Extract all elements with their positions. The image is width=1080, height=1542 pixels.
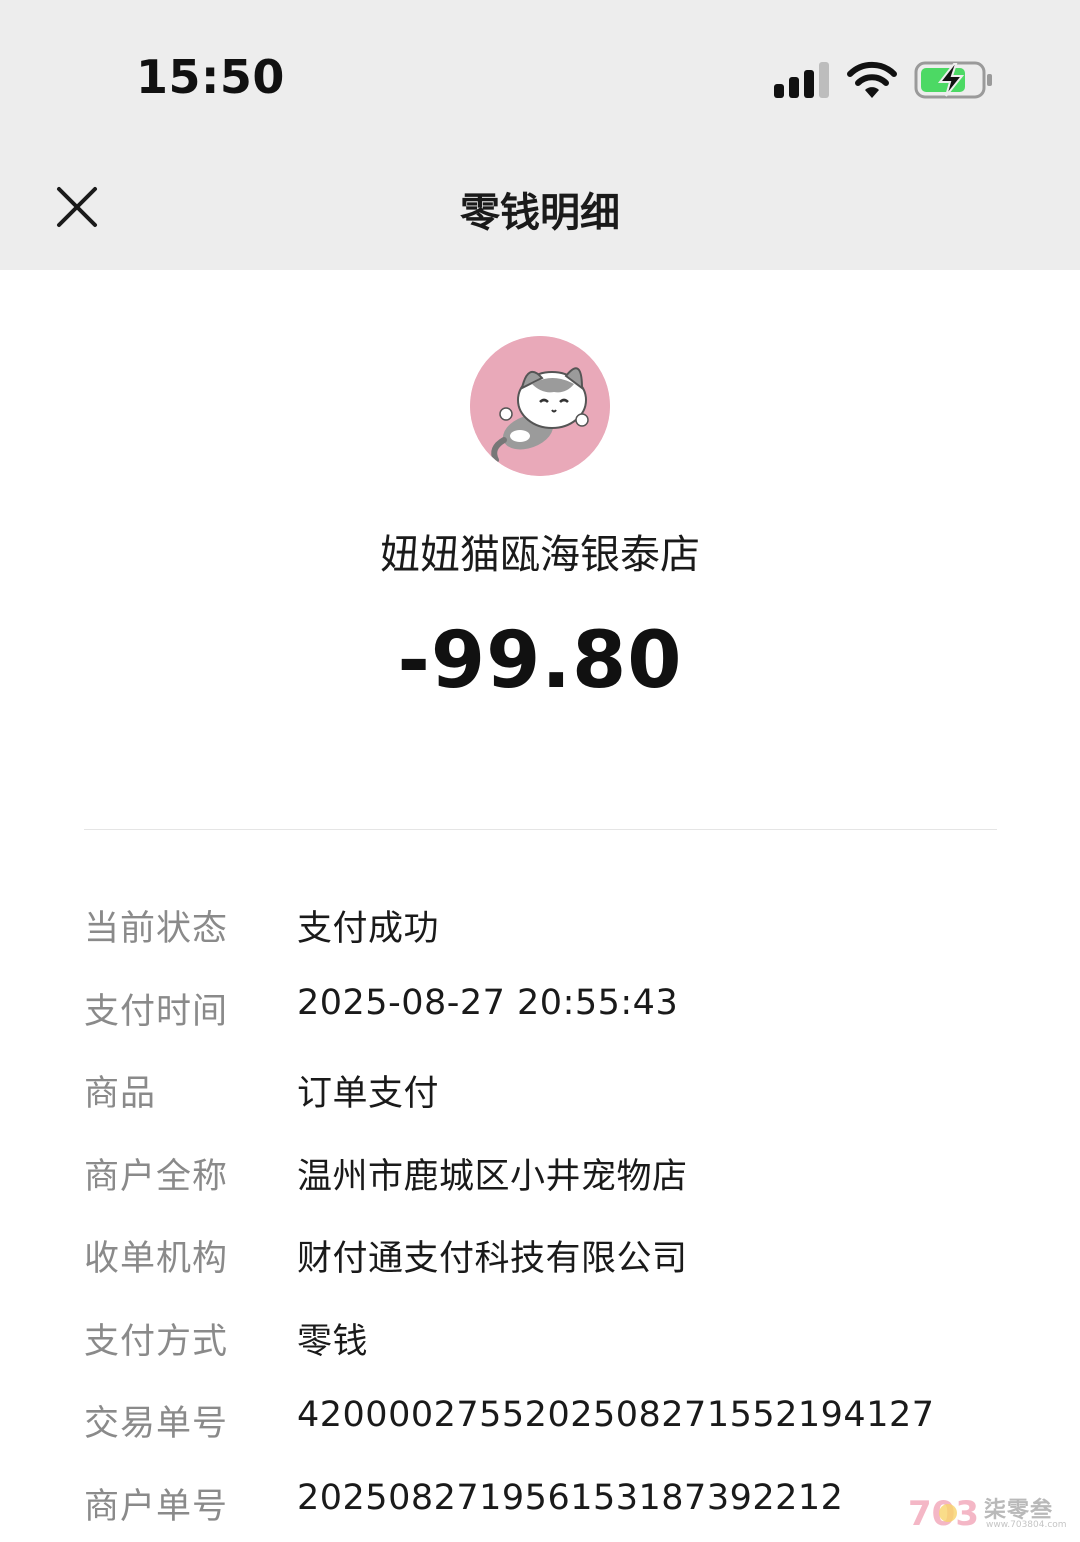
- detail-label: 当前状态: [84, 909, 229, 949]
- status-bar: 15:50: [0, 0, 1080, 160]
- detail-value: 支付成功: [297, 909, 440, 949]
- signal-icon: [774, 62, 829, 98]
- merchant-avatar: [470, 336, 610, 476]
- detail-row-product: 商品 订单支付: [0, 1045, 1080, 1128]
- detail-value: 零钱: [297, 1321, 369, 1362]
- detail-label: 商户全称: [84, 1156, 229, 1197]
- detail-value[interactable]: 20250827195615318739​2212: [297, 1478, 843, 1518]
- detail-row-payment-method: 支付方式 零钱: [0, 1293, 1080, 1376]
- detail-label: 支付时间: [84, 991, 229, 1032]
- detail-label: 交易单号: [84, 1404, 229, 1444]
- detail-value: 温州市鹿城区小井宠物店: [297, 1156, 688, 1197]
- detail-row-merchant-full-name: 商户全称 温州市鹿城区小井宠物店: [0, 1128, 1080, 1211]
- watermark: 703 柒零叁 www.703804.com: [908, 1492, 1068, 1536]
- battery-charging-icon: [914, 61, 992, 99]
- header-area: 15:50 零钱明细: [0, 0, 1080, 270]
- merchant-name: 妞妞猫瓯海银泰店: [380, 532, 700, 578]
- cat-avatar-icon: [470, 336, 610, 476]
- divider: [84, 829, 997, 830]
- detail-row-acquirer: 收单机构 财付通支付科技有限公司: [0, 1210, 1080, 1293]
- nav-bar: 零钱明细: [0, 160, 1080, 270]
- detail-value: 财付通支付科技有限公司: [297, 1239, 688, 1279]
- detail-value[interactable]: 4200002755202508271552194127: [297, 1395, 935, 1435]
- watermark-logo: 703: [908, 1494, 979, 1532]
- watermark-url: www.703804.com: [986, 1520, 1067, 1530]
- detail-row-transaction-id: 交易单号 4200002755202508271552194127: [0, 1375, 1080, 1458]
- detail-label: 收单机构: [84, 1239, 229, 1279]
- detail-value: 2025-08-27 20:55:43: [297, 982, 679, 1023]
- detail-label: 商户单号: [84, 1486, 229, 1527]
- wifi-icon: [847, 61, 897, 98]
- transaction-amount: -99.80: [397, 616, 683, 706]
- detail-row-pay-time: 支付时间 2025-08-27 20:55:43: [0, 963, 1080, 1046]
- detail-row-status: 当前状态 支付成功: [0, 880, 1080, 963]
- detail-label: 商品: [84, 1074, 157, 1114]
- page-title: 零钱明细: [460, 190, 620, 236]
- detail-label: 支付方式: [84, 1321, 229, 1362]
- transaction-details: 当前状态 支付成功 支付时间 2025-08-27 20:55:43 商品 订单…: [0, 880, 1080, 1540]
- status-time: 15:50: [136, 50, 285, 104]
- detail-value: 订单支付: [297, 1074, 440, 1114]
